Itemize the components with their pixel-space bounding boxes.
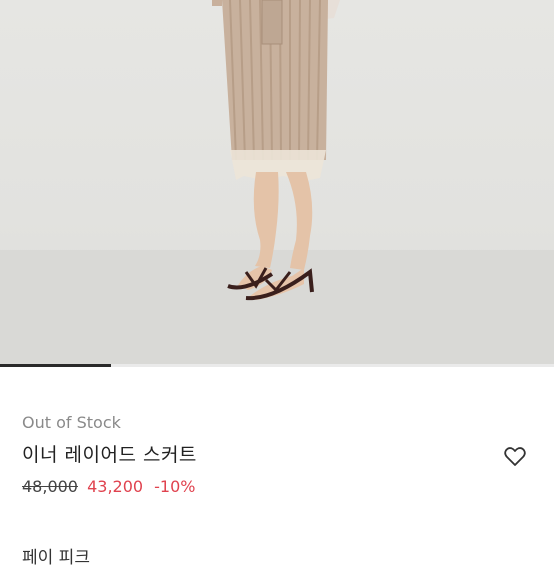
gallery-progress-fill: [0, 364, 111, 367]
discount-badge: -10%: [154, 477, 196, 496]
original-price: 48,000: [22, 477, 78, 496]
product-photo[interactable]: [0, 0, 554, 364]
next-section-heading: 페이 피크: [22, 548, 90, 568]
favorite-button[interactable]: [503, 444, 527, 468]
price-row: 48,000 43,200 -10%: [22, 477, 196, 496]
stock-status: Out of Stock: [22, 413, 121, 432]
gallery-progress-bar: [0, 364, 554, 367]
product-title: 이너 레이어드 스커트: [22, 444, 197, 466]
sale-price: 43,200: [87, 477, 144, 496]
heart-outline-icon: [504, 447, 526, 466]
product-photo-illustration: [0, 0, 554, 364]
